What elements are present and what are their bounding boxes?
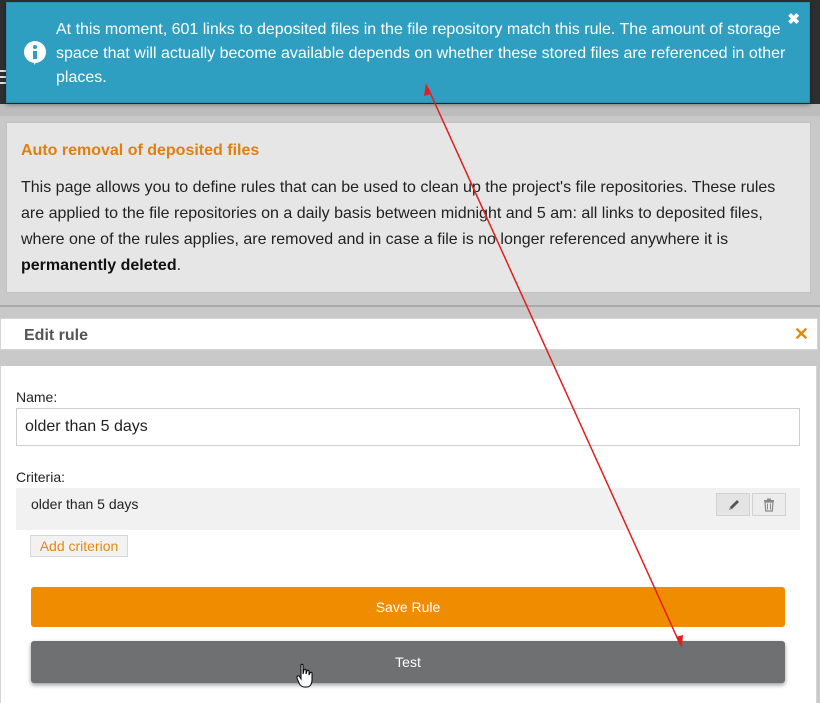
criteria-label: Criteria: [16,469,66,485]
description-text: This page allows you to define rules tha… [21,179,776,248]
page-title: Auto removal of deposited files [21,142,260,159]
name-label: Name: [16,389,58,405]
add-criterion-button[interactable]: Add criterion [30,535,128,557]
info-notification: At this moment, 601 links to deposited f… [6,2,810,103]
section-divider [0,305,820,307]
pencil-icon [729,500,739,510]
notification-close-icon[interactable]: ✖ [787,12,800,27]
criterion-row: older than 5 days [16,488,800,530]
delete-criterion-button[interactable] [752,493,786,516]
name-input[interactable] [16,408,800,446]
dialog-close-icon[interactable]: ✕ [794,325,809,343]
edit-rule-header: Edit rule ✕ [0,318,818,350]
description-panel: Auto removal of deposited files This pag… [6,122,811,293]
criterion-text: older than 5 days [31,496,139,512]
edit-criterion-button[interactable] [716,493,750,516]
description-emphasis: permanently deleted [21,257,177,274]
trash-icon [764,498,774,512]
notification-message: At this moment, 601 links to deposited f… [56,21,786,86]
test-button[interactable]: Test [31,641,785,683]
save-rule-button[interactable]: Save Rule [31,587,785,627]
page-description: This page allows you to define rules tha… [21,175,801,279]
dialog-title: Edit rule [24,327,89,344]
header-shadow-strip [0,104,820,116]
description-end: . [176,257,182,274]
